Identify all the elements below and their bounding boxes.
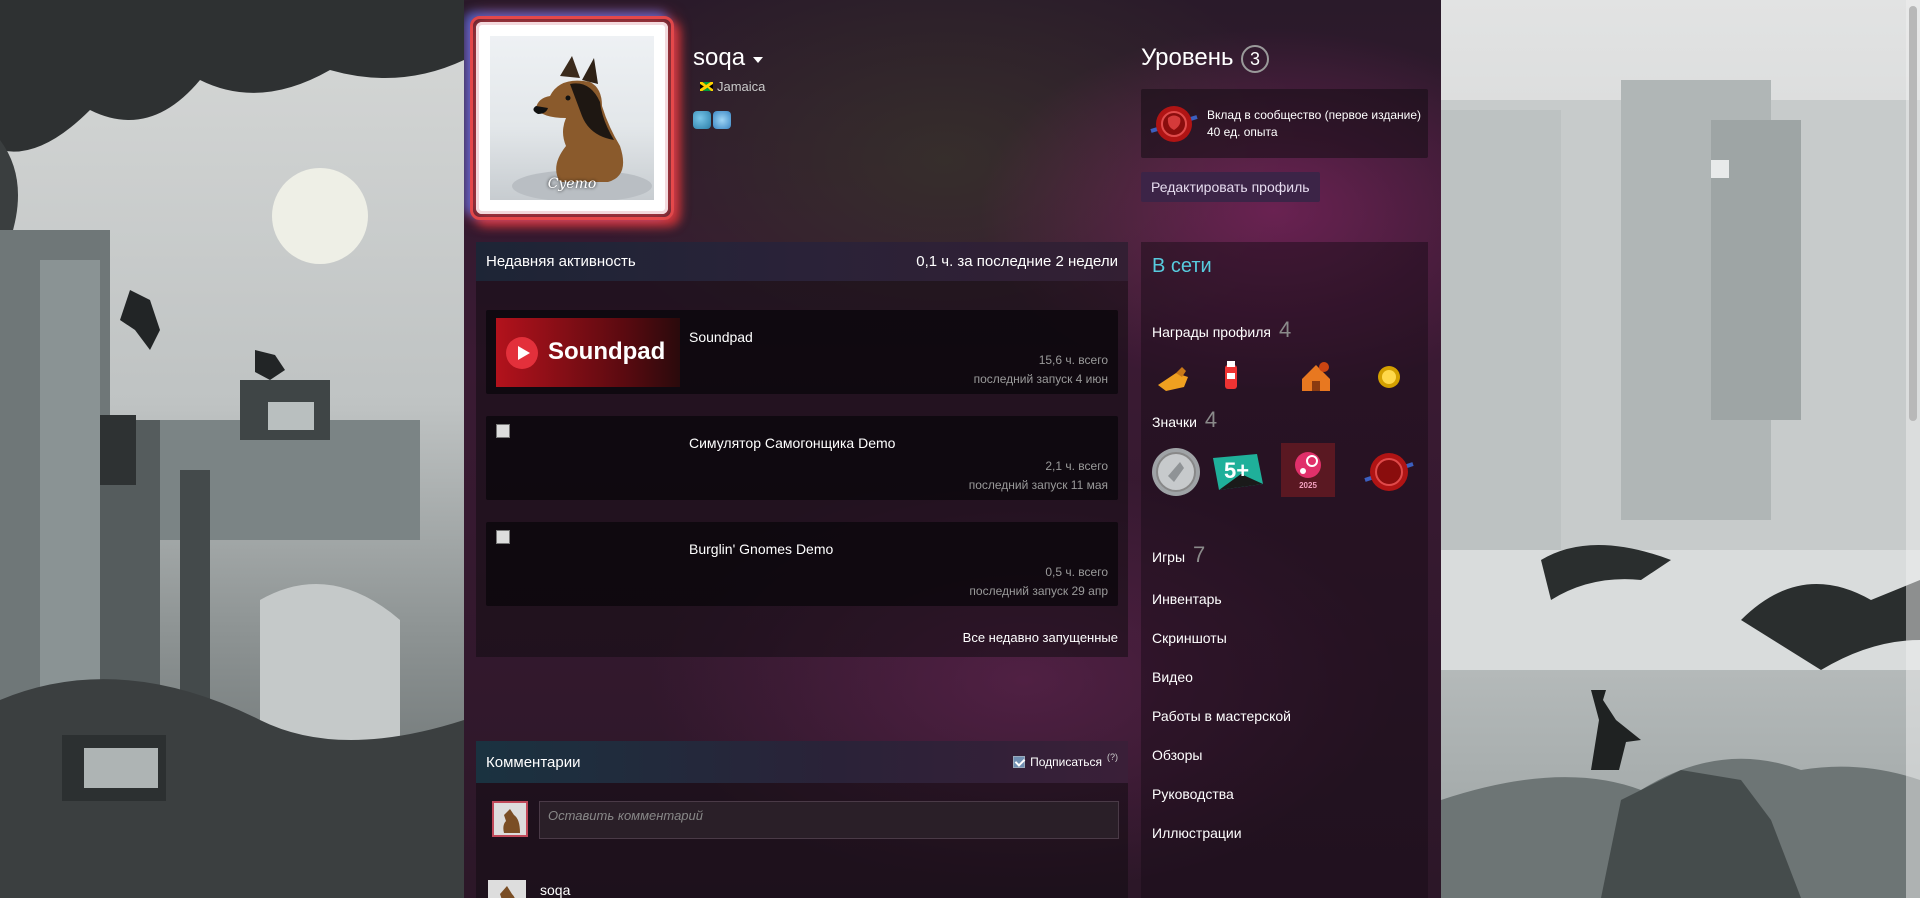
link-inventory[interactable]: Инвентарь (1152, 591, 1222, 607)
recent-activity-header: Недавняя активность 0,1 ч. за последние … (476, 242, 1128, 281)
profile-location: Jamaica (700, 79, 765, 94)
soundpad-capsule-image[interactable]: Soundpad (496, 318, 680, 387)
chevron-down-icon[interactable] (753, 57, 764, 63)
game-name[interactable]: Симулятор Самогонщика Demo (689, 435, 895, 451)
comments-panel: Комментарии Подписаться (?) Оставить ком… (476, 741, 1128, 898)
game-row-burglin-gnomes[interactable]: Burglin' Gnomes Demo 0,5 ч. всего послед… (486, 522, 1118, 606)
my-avatar (492, 801, 528, 837)
persona-name-dropdown[interactable]: soqa (693, 44, 764, 72)
awards-label: Награды профиля (1152, 324, 1271, 340)
game-name[interactable]: Soundpad (689, 329, 753, 345)
game-name[interactable]: Burglin' Gnomes Demo (689, 541, 833, 557)
award-flask-icon[interactable] (1211, 357, 1251, 397)
recent-activity-title: Недавняя активность (486, 253, 636, 270)
online-status: В сети (1152, 255, 1212, 277)
profile-awards-heading[interactable]: Награды профиля 4 (1152, 317, 1291, 343)
award-sun-icon[interactable] (1369, 357, 1409, 397)
featured-badge[interactable]: Вклад в сообщество (первое издание) 40 е… (1141, 89, 1428, 158)
games-label: Игры (1152, 549, 1186, 565)
subscribe-toggle[interactable]: Подписаться (?) (1013, 752, 1118, 769)
comment-input[interactable]: Оставить комментарий (539, 801, 1119, 839)
badge-xp: 40 ед. опыта (1207, 125, 1278, 139)
background-left-scene (0, 0, 464, 898)
game-row-soundpad[interactable]: Soundpad Soundpad 15,6 ч. всего последни… (486, 310, 1118, 394)
community-contributor-badge-icon[interactable] (1363, 446, 1415, 498)
awards-count: 4 (1278, 317, 1292, 342)
location-text: Jamaica (717, 79, 766, 94)
comment-author-avatar[interactable] (488, 880, 526, 898)
steam-2025-badge[interactable]: 2025 (1281, 443, 1335, 497)
award-hand-icon[interactable] (1154, 357, 1194, 397)
award-house-icon[interactable] (1296, 357, 1336, 397)
silver-coin-badge-icon[interactable] (1150, 446, 1202, 498)
avatar-signature: Cyemo (547, 176, 597, 192)
profile-sidebar: В сети Награды профиля 4 Значки 4 5+ 2025 … (1141, 242, 1428, 898)
comments-title: Комментарии (486, 753, 581, 771)
play-icon (506, 337, 538, 369)
recent-activity-summary: 0,1 ч. за последние 2 недели (916, 253, 1118, 270)
game-last-played: последний запуск 4 июн (973, 372, 1108, 386)
community-contributor-badge-icon (1150, 106, 1198, 142)
badges-count: 4 (1204, 407, 1218, 432)
comments-header: Комментарии Подписаться (?) (476, 741, 1128, 783)
profile-page: Cyemo soqa Jamaica Уровень 3 Вклад в соо… (464, 0, 1441, 898)
badges-heading[interactable]: Значки 4 (1152, 407, 1217, 433)
scrollbar-thumb[interactable] (1909, 6, 1917, 421)
background-right-scene (1441, 0, 1920, 898)
thumbs-up-icon (713, 111, 731, 129)
link-artwork[interactable]: Иллюстрации (1152, 825, 1242, 841)
games-heading[interactable]: Игры 7 (1152, 542, 1205, 568)
level-number: 3 (1241, 45, 1269, 73)
profile-mini-icons (693, 111, 731, 129)
game-hours: 0,5 ч. всего (1045, 565, 1108, 579)
persona-name: soqa (693, 44, 746, 71)
badge-title: Вклад в сообщество (первое издание) (1207, 108, 1421, 122)
link-screenshots[interactable]: Скриншоты (1152, 630, 1227, 646)
jamaica-flag-icon (700, 82, 713, 91)
years-of-service-badge[interactable]: 5+ (1211, 450, 1265, 494)
broken-image-icon[interactable] (496, 424, 510, 438)
subscribe-label: Подписаться (1030, 755, 1102, 769)
level-label: Уровень (1141, 44, 1234, 71)
game-last-played: последний запуск 11 мая (968, 478, 1108, 492)
link-workshop[interactable]: Работы в мастерской (1152, 708, 1291, 724)
link-guides[interactable]: Руководства (1152, 786, 1234, 802)
game-row-moonshine-sim[interactable]: Симулятор Самогонщика Demo 2,1 ч. всего … (486, 416, 1118, 500)
all-recent-games-link[interactable]: Все недавно запущенные (963, 630, 1118, 645)
soundpad-logo-text: Soundpad (548, 338, 666, 365)
recent-activity-panel: Недавняя активность 0,1 ч. за последние … (476, 242, 1128, 657)
edit-profile-button[interactable]: Редактировать профиль (1141, 172, 1320, 202)
subscribe-checkbox[interactable] (1013, 756, 1026, 768)
years-badge-text: 5+ (1224, 458, 1250, 483)
profile-avatar[interactable]: Cyemo (470, 16, 674, 220)
game-last-played: последний запуск 29 апр (969, 584, 1108, 598)
game-hours: 15,6 ч. всего (1038, 353, 1108, 367)
steam-2025-text: 2025 (1299, 481, 1317, 490)
help-icon[interactable]: (?) (1107, 752, 1118, 762)
game-hours: 2,1 ч. всего (1045, 459, 1108, 473)
badges-label: Значки (1152, 414, 1197, 430)
comment-author-name[interactable]: soqa (540, 882, 570, 898)
games-count: 7 (1193, 542, 1206, 567)
link-reviews[interactable]: Обзоры (1152, 747, 1203, 763)
game-emoticon-icon (693, 111, 711, 129)
link-videos[interactable]: Видео (1152, 669, 1193, 685)
broken-image-icon[interactable] (496, 530, 510, 544)
dog-avatar-image: Cyemo (490, 36, 654, 200)
